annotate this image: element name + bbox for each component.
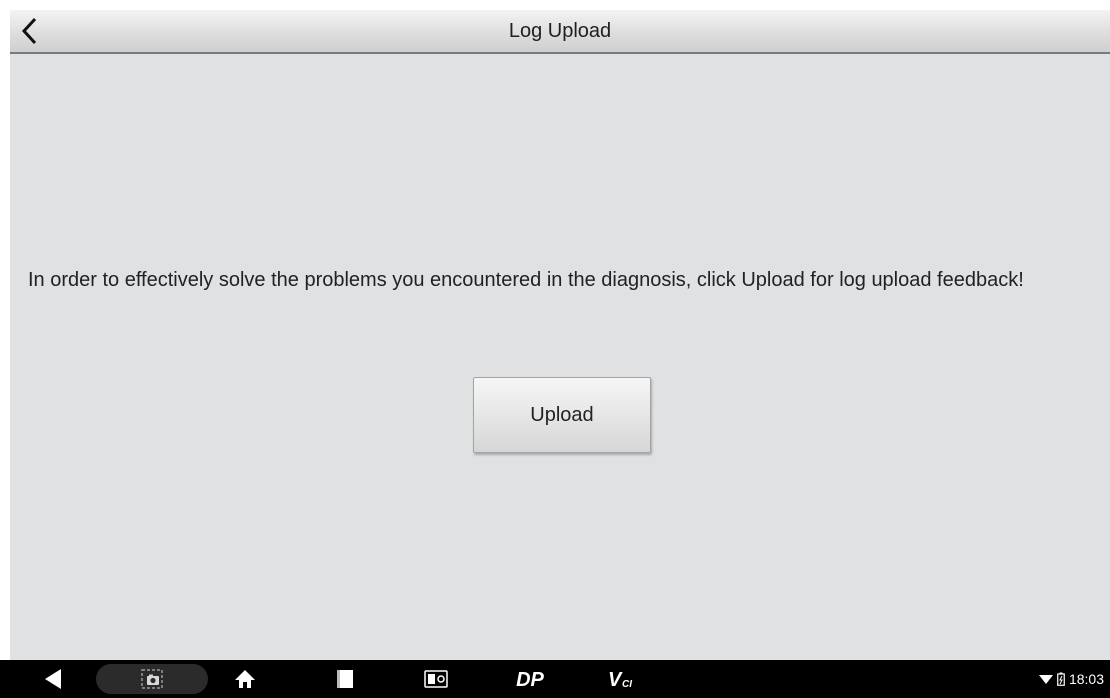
back-triangle-icon [45,669,61,689]
nav-back-button[interactable] [38,660,68,698]
recent-apps-icon [337,670,353,688]
screenshot-button[interactable] [134,660,170,698]
vci-icon: V CI [608,669,632,691]
recent-apps-button[interactable] [330,660,360,698]
dp-icon: DP [516,669,544,691]
wifi-icon [1038,675,1053,684]
app-switch-button[interactable] [420,660,452,698]
dp-button[interactable]: DP [508,660,552,698]
upload-instructions: In order to effectively solve the proble… [28,269,1024,291]
title-bar: Log Upload [10,10,1110,54]
svg-text:V: V [608,669,623,691]
page-title: Log Upload [508,20,612,42]
upload-button[interactable]: Upload [473,377,651,453]
screen: Log Upload In order to effectively solve… [0,0,1110,698]
home-icon [235,670,255,688]
system-nav-bar: DP V CI 18:03 [0,660,1110,698]
svg-text:CI: CI [622,679,632,690]
status-area: 18:03 [1038,660,1104,698]
home-button[interactable] [230,660,260,698]
battery-icon [1057,672,1065,686]
screenshot-icon [141,669,163,689]
app-window: Log Upload In order to effectively solve… [10,10,1110,660]
app-switch-icon [424,670,448,688]
svg-text:DP: DP [516,669,544,691]
vci-button[interactable]: V CI [604,660,640,698]
clock: 18:03 [1068,671,1104,687]
